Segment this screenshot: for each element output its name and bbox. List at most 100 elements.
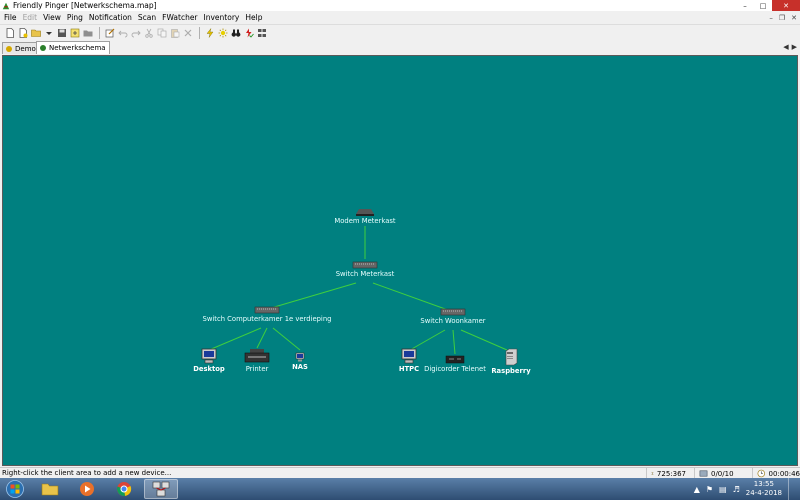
- paste-button[interactable]: [169, 27, 181, 39]
- chrome-icon: [117, 482, 132, 496]
- network-icon: [258, 28, 266, 37]
- save-button[interactable]: [56, 27, 68, 39]
- menu-notification[interactable]: Notification: [87, 13, 136, 22]
- taskbar-friendly-pinger-button[interactable]: [144, 479, 178, 499]
- menu-help[interactable]: Help: [243, 13, 266, 22]
- hourglass-icon: [651, 472, 654, 475]
- device-nas[interactable]: NAS: [285, 352, 315, 371]
- window-controls: – □ ✕: [736, 0, 800, 11]
- folder-icon: [41, 483, 59, 496]
- taskbar-explorer-button[interactable]: [33, 479, 67, 499]
- device-label: Switch Computerkamer 1e verdieping: [202, 315, 332, 323]
- device-label: Switch Meterkast: [335, 270, 395, 278]
- close-button[interactable]: ✕: [772, 0, 800, 11]
- menu-file[interactable]: File: [2, 13, 21, 22]
- volume-icon[interactable]: ♬: [733, 485, 740, 494]
- properties-icon: [70, 28, 80, 37]
- settop-box-icon: [445, 355, 465, 364]
- link-switch-main-comp: [270, 282, 357, 309]
- tab-demo[interactable]: Demo: [2, 42, 40, 54]
- folder-open-icon: [31, 29, 41, 37]
- new-map-button[interactable]: [17, 27, 29, 39]
- toolbar-separator: [99, 26, 100, 39]
- device-count-icon: [699, 470, 708, 477]
- link-comp-desktop: [208, 327, 262, 351]
- menu-inventory[interactable]: Inventory: [202, 13, 244, 22]
- clock-time: 13:55: [753, 480, 774, 488]
- menu-ping[interactable]: Ping: [65, 13, 87, 22]
- device-label: Desktop: [193, 365, 225, 373]
- copy-button[interactable]: [156, 27, 168, 39]
- switch-icon: [440, 308, 466, 316]
- menu-view[interactable]: View: [41, 13, 65, 22]
- watch-button[interactable]: [230, 27, 242, 39]
- device-printer[interactable]: Printer: [235, 348, 279, 373]
- link-woon-raspberry: [460, 329, 508, 351]
- copy-icon: [157, 28, 167, 37]
- open-dropdown-button[interactable]: [43, 27, 55, 39]
- clock-icon: [757, 469, 766, 478]
- device-digicorder-telenet[interactable]: Digicorder Telenet: [417, 354, 493, 373]
- taskbar-media-player-button[interactable]: [70, 479, 104, 499]
- timer-value: 00:00:46: [768, 469, 800, 478]
- toolbar-separator: [199, 26, 200, 39]
- network-map-canvas[interactable]: Modem Meterkast Switch Meterkast Switch …: [2, 55, 798, 466]
- menu-edit[interactable]: Edit: [21, 13, 42, 22]
- map-icon: [6, 45, 12, 52]
- printer-icon: [244, 349, 270, 363]
- device-switch-meterkast[interactable]: Switch Meterkast: [323, 261, 407, 278]
- window-title: Friendly Pinger [Netwerkschema.map]: [13, 1, 157, 10]
- device-raspberry[interactable]: Raspberry: [489, 348, 533, 375]
- tab-scroll-left-button[interactable]: ◀: [783, 43, 788, 51]
- map-icon: [40, 45, 46, 51]
- redo-icon: [131, 30, 141, 37]
- windows-logo-icon: [6, 480, 24, 498]
- switch-icon: [254, 306, 280, 314]
- maximize-button[interactable]: □: [754, 0, 772, 11]
- redo-button[interactable]: [130, 27, 142, 39]
- device-modem-meterkast[interactable]: Modem Meterkast: [323, 208, 407, 225]
- mdi-minimize-button[interactable]: –: [769, 14, 773, 22]
- network-icon[interactable]: ▤: [719, 485, 727, 494]
- action-center-flag-icon[interactable]: ⚑: [706, 485, 713, 494]
- fwatcher-button[interactable]: [243, 27, 255, 39]
- device-label: Printer: [245, 365, 269, 373]
- delete-button[interactable]: [182, 27, 194, 39]
- show-hidden-icons-icon[interactable]: ▲: [694, 485, 700, 494]
- scan-button[interactable]: [217, 27, 229, 39]
- device-label: NAS: [292, 363, 308, 371]
- undo-button[interactable]: [117, 27, 129, 39]
- minimize-button[interactable]: –: [736, 0, 754, 11]
- folder-button[interactable]: [82, 27, 94, 39]
- link-woon-htpc: [409, 329, 446, 351]
- cut-button[interactable]: [143, 27, 155, 39]
- undo-icon: [118, 30, 128, 37]
- mdi-restore-button[interactable]: ❐: [779, 14, 785, 22]
- device-label: Raspberry: [491, 367, 531, 375]
- new-button[interactable]: [4, 27, 16, 39]
- modem-icon: [356, 209, 374, 216]
- device-switch-computerkamer[interactable]: Switch Computerkamer 1e verdieping: [199, 306, 335, 323]
- system-tray: ▲ ⚑ ▤ ♬ 13:55 24-4-2018: [694, 478, 796, 500]
- show-desktop-button[interactable]: [788, 478, 796, 500]
- tab-scroll-controls: ◀ ▶: [783, 43, 797, 51]
- ping-button[interactable]: [204, 27, 216, 39]
- device-switch-woonkamer[interactable]: Switch Woonkamer: [411, 308, 495, 325]
- clock[interactable]: 13:55 24-4-2018: [746, 480, 782, 498]
- tab-scroll-right-button[interactable]: ▶: [792, 43, 797, 51]
- edit-button[interactable]: [104, 27, 116, 39]
- mdi-close-button[interactable]: ✕: [791, 14, 797, 22]
- menu-scan[interactable]: Scan: [136, 13, 160, 22]
- coords-value: 725:367: [656, 469, 686, 478]
- status-hint: Right-click the client area to add a new…: [2, 469, 172, 477]
- properties-button[interactable]: [69, 27, 81, 39]
- device-desktop[interactable]: Desktop: [187, 348, 231, 373]
- start-button[interactable]: [0, 478, 30, 500]
- tab-netwerkschema[interactable]: Netwerkschema: [36, 41, 110, 54]
- taskbar-chrome-button[interactable]: [107, 479, 141, 499]
- delete-icon: [184, 29, 192, 36]
- inventory-button[interactable]: [256, 27, 268, 39]
- new-file-icon: [6, 27, 14, 38]
- menu-fwatcher[interactable]: FWatcher: [160, 13, 201, 22]
- open-button[interactable]: [30, 27, 42, 39]
